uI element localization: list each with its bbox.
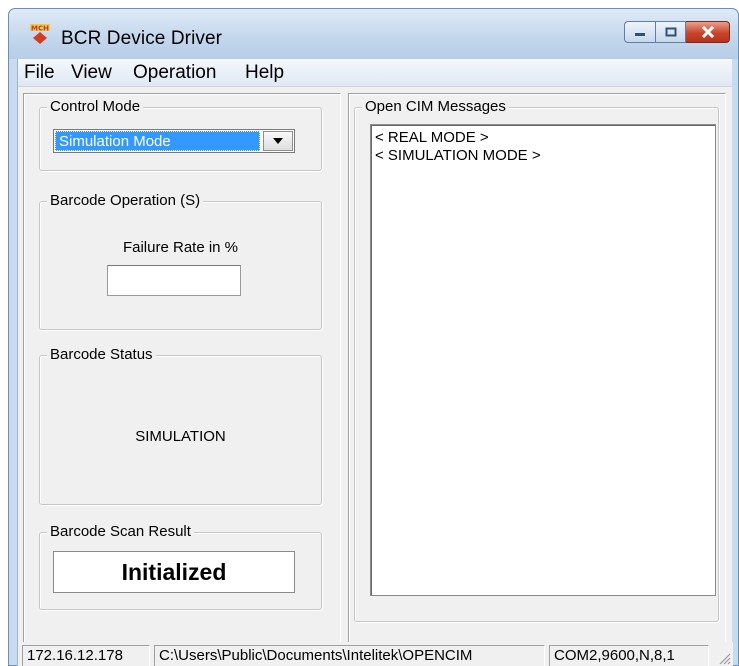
control-mode-group: Control Mode Simulation Mode <box>39 98 322 171</box>
left-panel: Control Mode Simulation Mode Barcode Ope… <box>23 93 341 659</box>
minimize-button[interactable] <box>624 21 656 43</box>
maximize-icon <box>665 27 676 37</box>
title-bar[interactable]: MCH BCR Device Driver <box>9 9 738 59</box>
menu-file[interactable]: File <box>24 62 55 84</box>
dropdown-arrow-icon <box>273 138 283 144</box>
failure-rate-input[interactable] <box>107 265 241 296</box>
status-bar: 172.16.12.178 C:\Users\Public\Documents\… <box>18 642 733 666</box>
barcode-status-label: Barcode Status <box>47 346 156 364</box>
barcode-status-group: Barcode Status SIMULATION <box>39 346 322 505</box>
status-port: COM2,9600,N,8,1 <box>549 645 709 666</box>
menu-bar: File View Operation Help <box>18 59 732 87</box>
list-item[interactable]: < SIMULATION MODE > <box>375 147 711 165</box>
barcode-scan-result-value: Initialized <box>53 551 295 593</box>
app-window: MCH BCR Device Driver File View Operatio… <box>8 8 739 666</box>
dropdown-button[interactable] <box>263 131 293 151</box>
messages-list[interactable]: < REAL MODE > < SIMULATION MODE > <box>370 124 716 596</box>
barcode-operation-label: Barcode Operation (S) <box>47 192 204 210</box>
barcode-scan-result-group: Barcode Scan Result Initialized <box>39 523 322 610</box>
control-mode-label: Control Mode <box>47 98 144 116</box>
messages-group: Open CIM Messages < REAL MODE > < SIMULA… <box>354 98 719 622</box>
minimize-icon <box>635 33 645 36</box>
close-button[interactable] <box>686 21 730 43</box>
barcode-scan-result-label: Barcode Scan Result <box>47 523 194 541</box>
resize-grip-icon[interactable] <box>717 651 731 665</box>
menu-view[interactable]: View <box>71 62 112 84</box>
status-ip: 172.16.12.178 <box>22 645 150 666</box>
close-icon <box>701 26 714 38</box>
failure-rate-label: Failure Rate in % <box>122 239 239 256</box>
window-title: BCR Device Driver <box>61 28 223 49</box>
status-path: C:\Users\Public\Documents\Intelitek\OPEN… <box>154 645 545 666</box>
messages-label: Open CIM Messages <box>362 98 509 116</box>
client-area: File View Operation Help Control Mode Si… <box>17 59 733 666</box>
maximize-button[interactable] <box>656 21 686 43</box>
right-panel: Open CIM Messages < REAL MODE > < SIMULA… <box>348 93 726 659</box>
barcode-operation-group: Barcode Operation (S) Failure Rate in % <box>39 192 322 330</box>
list-item[interactable]: < REAL MODE > <box>375 129 711 147</box>
control-mode-selected: Simulation Mode <box>55 131 260 151</box>
svg-text:MCH: MCH <box>31 25 49 33</box>
app-logo-icon: MCH <box>30 24 50 44</box>
control-mode-dropdown[interactable]: Simulation Mode <box>53 129 295 153</box>
menu-operation[interactable]: Operation <box>133 62 216 84</box>
menu-help[interactable]: Help <box>245 62 284 84</box>
barcode-status-value: SIMULATION <box>135 428 226 445</box>
